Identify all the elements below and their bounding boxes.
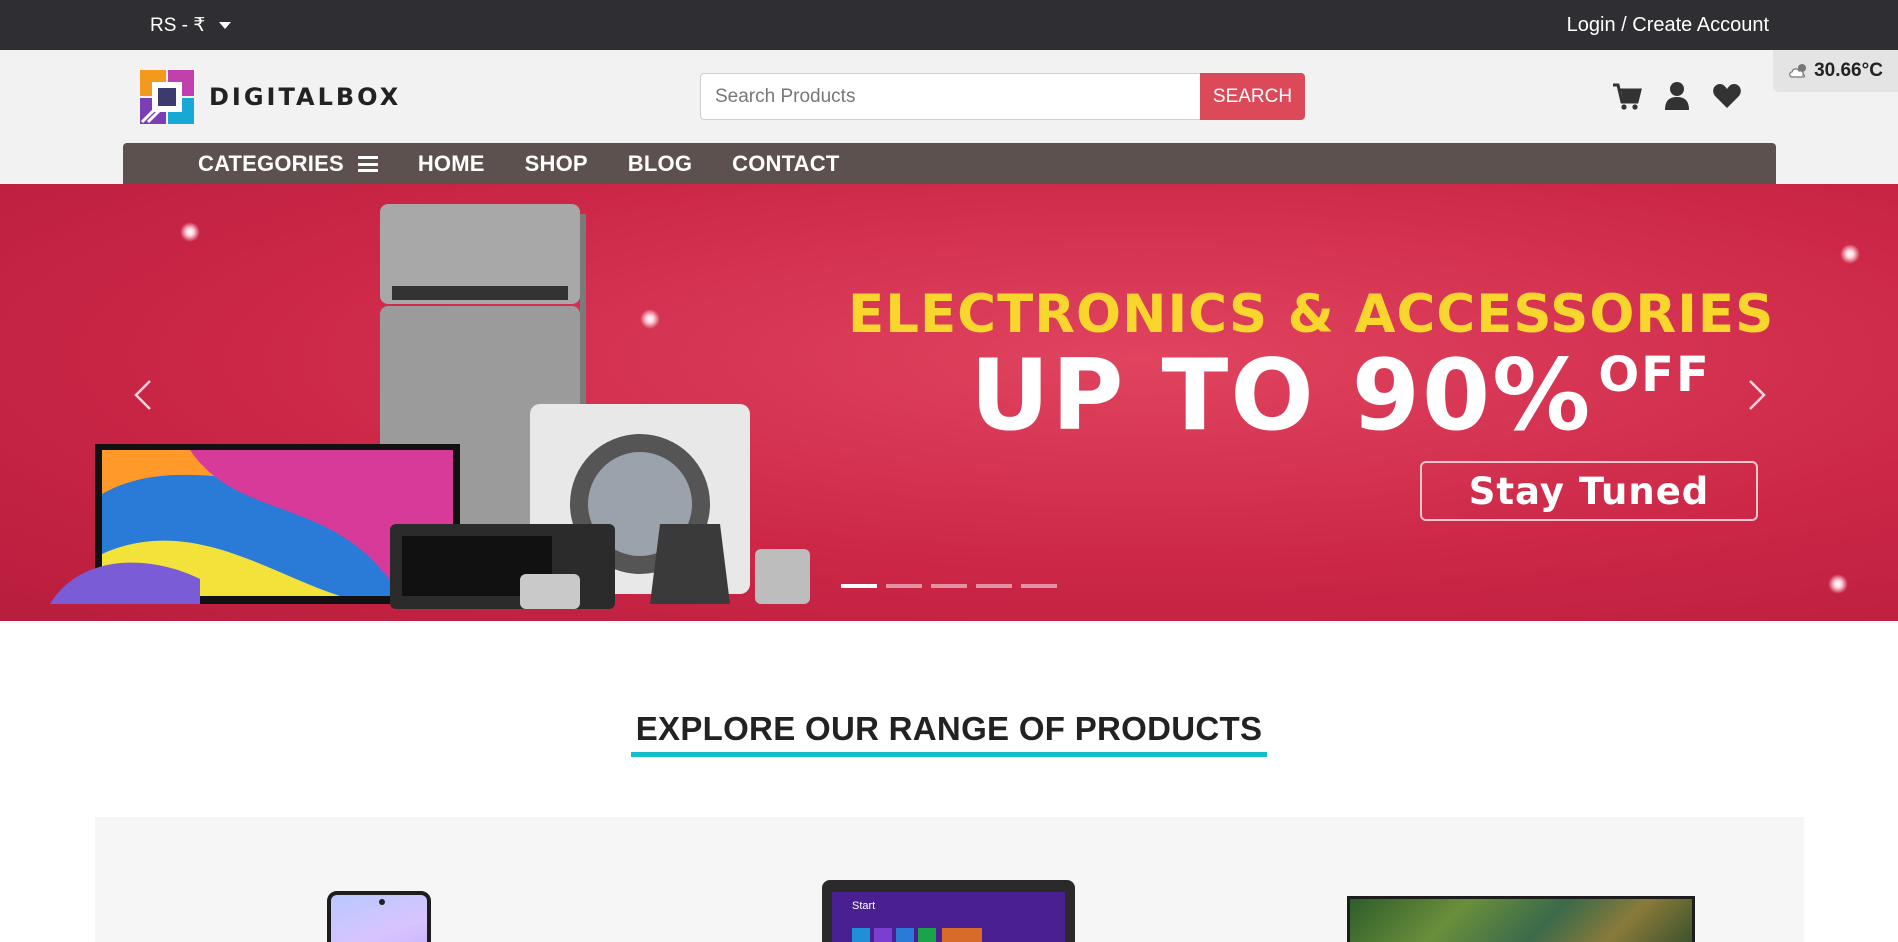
carousel-dot[interactable]	[886, 584, 922, 588]
nav-shop[interactable]: SHOP	[525, 151, 588, 177]
currency-selector[interactable]: RS - ₹	[150, 14, 232, 37]
hamburger-icon	[357, 156, 378, 172]
search-bar: SEARCH	[700, 73, 1305, 120]
main-nav: CATEGORIES HOME SHOP BLOG CONTACT	[123, 143, 1776, 185]
stay-tuned-button[interactable]: Stay Tuned	[1420, 461, 1758, 521]
product-image-phone[interactable]	[327, 891, 431, 942]
sparkle-decoration	[1840, 244, 1860, 264]
carousel-indicators	[841, 584, 1057, 588]
nav-contact[interactable]: CONTACT	[732, 151, 839, 177]
cloud-icon	[1789, 64, 1807, 78]
weather-widget: 30.66°C	[1773, 50, 1898, 92]
section-title: EXPLORE OUR RANGE OF PRODUCTS	[630, 710, 1268, 757]
logo-text: DIGITALBOX	[209, 83, 402, 111]
login-link[interactable]: Login / Create Account	[1567, 14, 1769, 37]
carousel-dot[interactable]	[1021, 584, 1057, 588]
tile-decoration	[852, 928, 870, 942]
carousel-dot[interactable]	[931, 584, 967, 588]
search-button[interactable]: SEARCH	[1200, 73, 1305, 120]
weather-temp: 30.66°C	[1814, 60, 1883, 81]
currency-label: RS - ₹	[150, 15, 206, 36]
laptop-start-label: Start	[852, 900, 876, 912]
nav-blog[interactable]: BLOG	[628, 151, 692, 177]
heart-icon[interactable]	[1712, 80, 1742, 112]
cart-icon[interactable]	[1612, 80, 1642, 112]
nav-categories-label: CATEGORIES	[198, 151, 344, 176]
header-icons	[1612, 80, 1742, 112]
tile-decoration	[942, 928, 982, 942]
nav-categories[interactable]: CATEGORIES	[198, 151, 378, 177]
carousel-dot[interactable]	[841, 584, 877, 588]
tile-decoration	[918, 928, 936, 942]
tile-decoration	[874, 928, 892, 942]
product-image-tv[interactable]	[1347, 896, 1695, 942]
hero-banner[interactable]: ELECTRONICS & ACCESSORIES UP TO 90% OFF S…	[0, 184, 1898, 621]
laptop-screen: Start	[832, 892, 1065, 942]
logo-icon	[140, 70, 194, 124]
search-input[interactable]	[700, 73, 1200, 120]
banner-products-image	[50, 204, 810, 609]
logo[interactable]: DIGITALBOX	[140, 70, 401, 124]
banner-offer-main: UP TO 90%	[970, 339, 1593, 453]
user-icon[interactable]	[1662, 80, 1692, 112]
section-header: EXPLORE OUR RANGE OF PRODUCTS	[0, 710, 1898, 757]
chevron-down-icon	[219, 22, 232, 29]
nav-home[interactable]: HOME	[418, 151, 485, 177]
chevron-right-icon[interactable]	[1746, 379, 1768, 411]
product-range-panel: Start	[95, 817, 1804, 942]
banner-offer-suffix: OFF	[1598, 347, 1711, 403]
carousel-dot[interactable]	[976, 584, 1012, 588]
sparkle-decoration	[1828, 574, 1848, 594]
top-bar: RS - ₹ Login / Create Account	[0, 0, 1898, 50]
tile-decoration	[896, 928, 914, 942]
product-image-laptop[interactable]: Start	[822, 880, 1075, 942]
banner-offer: UP TO 90% OFF	[970, 339, 1711, 453]
banner-headline: ELECTRONICS & ACCESSORIES	[848, 284, 1775, 345]
chevron-left-icon[interactable]	[132, 379, 154, 411]
